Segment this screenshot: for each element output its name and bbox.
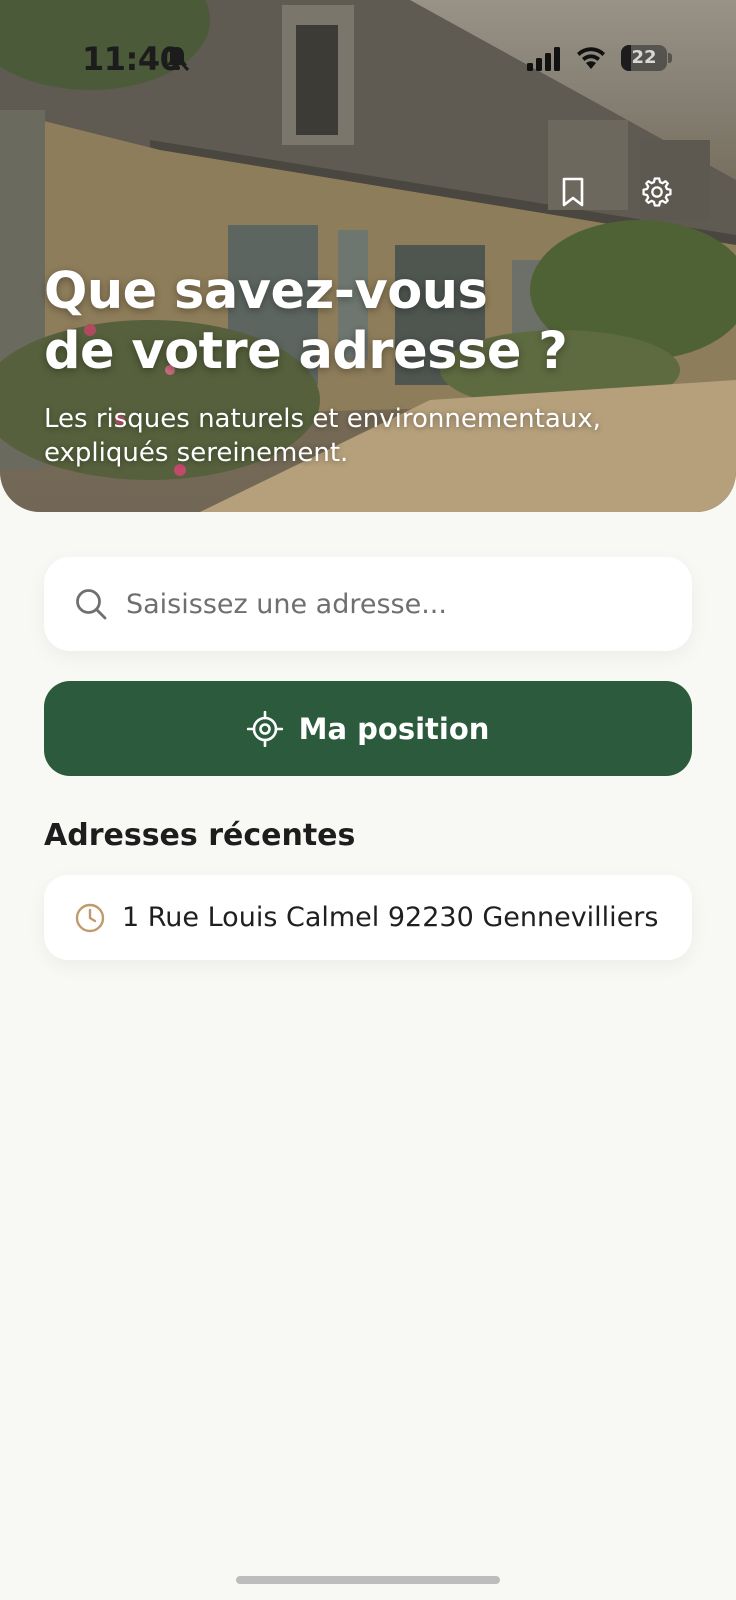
signal-icon (527, 47, 560, 71)
battery-icon: 22 (621, 45, 667, 71)
home-indicator[interactable] (236, 1576, 500, 1584)
page-title-line2: de votre adresse ? (44, 322, 568, 381)
page-subtitle-line1: Les risques naturels et environnementaux… (44, 404, 601, 434)
recent-addresses-heading: Adresses récentes (44, 818, 356, 853)
crosshair-locate-icon (246, 710, 283, 747)
recent-address-text: 1 Rue Louis Calmel 92230 Gennevilliers (122, 902, 659, 933)
bookmark-icon (562, 177, 584, 207)
my-position-label: Ma position (298, 711, 490, 746)
page-subtitle: Les risques naturels et environnementaux… (44, 402, 664, 470)
search-icon (76, 589, 107, 620)
page-title-line1: Que savez-vous (44, 262, 488, 321)
hero-banner: 11:40 22 Que savez-vous de votre adresse… (0, 0, 736, 512)
bell-slash-icon (165, 45, 190, 72)
settings-gear-icon (642, 177, 672, 207)
battery-level (621, 45, 631, 71)
clock-icon (75, 903, 105, 932)
settings-button[interactable] (633, 168, 681, 216)
my-position-button[interactable]: Ma position (44, 681, 692, 776)
battery-cap (668, 53, 672, 63)
bookmark-button[interactable] (549, 168, 597, 216)
recent-address-item[interactable]: 1 Rue Louis Calmel 92230 Gennevilliers (44, 875, 692, 960)
search-bar[interactable] (44, 557, 692, 651)
search-input[interactable] (124, 573, 668, 635)
app-screen: 11:40 22 Que savez-vous de votre adresse… (0, 0, 736, 1600)
page-subtitle-line2: expliqués sereinement. (44, 438, 349, 468)
battery-percent: 22 (631, 47, 657, 68)
wifi-icon (577, 47, 605, 69)
page-title: Que savez-vous de votre adresse ? (44, 262, 568, 382)
